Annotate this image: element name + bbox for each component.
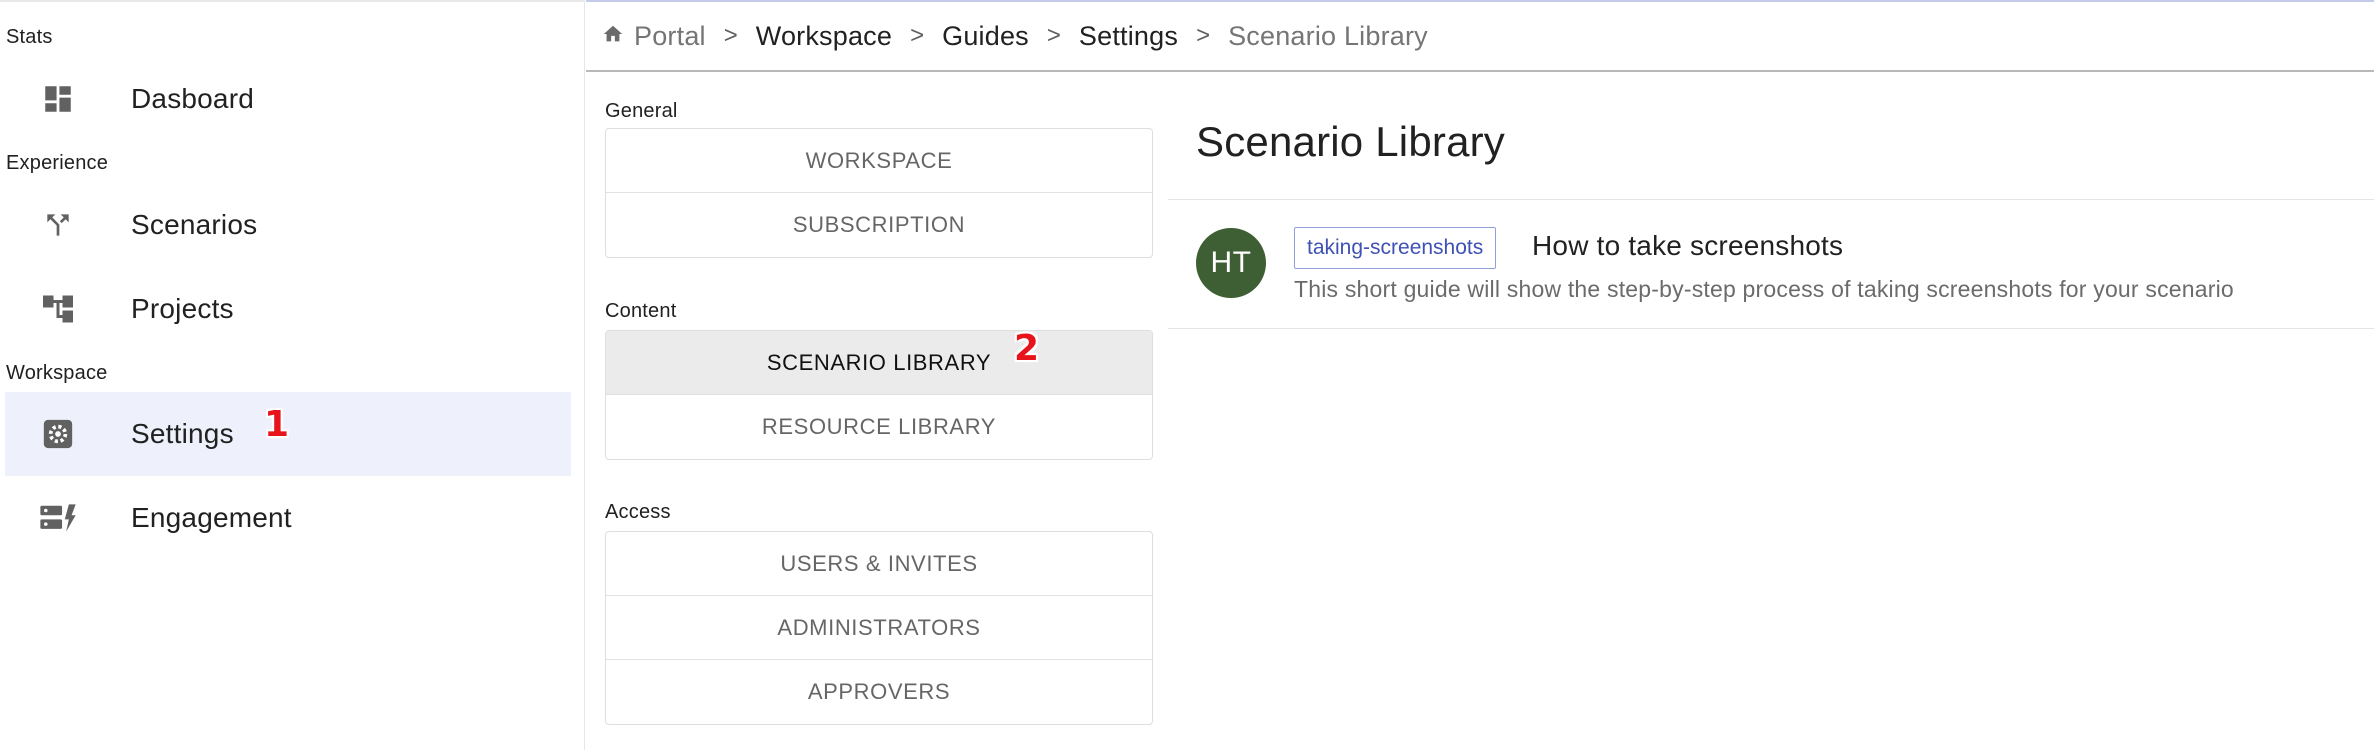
- sidebar-item-dashboard[interactable]: Dasboard: [5, 57, 571, 141]
- menu-scenario-library-button[interactable]: SCENARIO LIBRARY: [606, 331, 1152, 395]
- sidebar-top-divider: [0, 0, 585, 2]
- sidebar-item-label: Scenarios: [131, 209, 258, 240]
- guide-description: This short guide will show the step-by-s…: [1294, 276, 2234, 302]
- sidebar-item-engagement[interactable]: Engagement: [5, 476, 571, 560]
- sidebar-item-label: Projects: [131, 293, 234, 324]
- fork-icon: [36, 203, 80, 247]
- list-item[interactable]: HT taking-screenshots How to take screen…: [1168, 200, 2374, 328]
- menu-workspace-button[interactable]: WORKSPACE: [606, 129, 1152, 193]
- engagement-icon: [36, 496, 80, 540]
- breadcrumb-label: Portal: [634, 20, 706, 51]
- breadcrumb-settings[interactable]: Settings: [1079, 21, 1178, 52]
- breadcrumb-workspace[interactable]: Workspace: [756, 21, 892, 52]
- menu-administrators-button[interactable]: ADMINISTRATORS: [606, 596, 1152, 660]
- annotation-marker-1: 1: [264, 404, 290, 445]
- guide-tag[interactable]: taking-screenshots: [1294, 227, 1497, 269]
- sidebar-item-scenarios[interactable]: Scenarios: [5, 183, 571, 267]
- nav-section-experience: Experience: [6, 152, 109, 174]
- breadcrumb-separator: >: [910, 22, 925, 49]
- menu-subscription-button[interactable]: SUBSCRIPTION: [606, 193, 1152, 257]
- main-content: Scenario Library HT taking-screenshots H…: [1168, 72, 2374, 750]
- avatar: HT: [1196, 228, 1266, 298]
- settings-group-access: USERS & INVITES ADMINISTRATORS APPROVERS: [605, 531, 1153, 725]
- guide-title[interactable]: How to take screenshots: [1532, 230, 1843, 262]
- sidebar-item-projects[interactable]: Projects: [5, 267, 571, 351]
- breadcrumb-separator: >: [1046, 22, 1061, 49]
- breadcrumb-separator: >: [723, 22, 738, 49]
- sidebar-item-label: Dasboard: [131, 83, 255, 114]
- dashboard-icon: [36, 77, 80, 121]
- nav-section-stats: Stats: [6, 26, 53, 48]
- breadcrumb-separator: >: [1196, 22, 1211, 49]
- home-icon: [602, 21, 624, 52]
- nav-section-workspace: Workspace: [6, 362, 108, 384]
- breadcrumb-portal[interactable]: Portal: [602, 21, 706, 52]
- sidebar-item-label: Engagement: [131, 502, 292, 533]
- sidebar-item-label: Settings: [131, 418, 234, 449]
- settings-group-general-title: General: [605, 100, 678, 122]
- page-title: Scenario Library: [1196, 118, 1506, 165]
- menu-users-invites-button[interactable]: USERS & INVITES: [606, 532, 1152, 596]
- menu-resource-library-button[interactable]: RESOURCE LIBRARY: [606, 395, 1152, 459]
- list-divider-bottom: [1168, 328, 2374, 329]
- breadcrumb: Portal > Workspace > Guides > Settings >…: [586, 0, 2374, 72]
- settings-group-content: SCENARIO LIBRARY RESOURCE LIBRARY: [605, 330, 1153, 460]
- sidebar-nav: Stats Dasboard Experience Scenarios Proj…: [0, 0, 585, 750]
- settings-group-general: WORKSPACE SUBSCRIPTION: [605, 128, 1153, 258]
- menu-approvers-button[interactable]: APPROVERS: [606, 660, 1152, 724]
- settings-group-content-title: Content: [605, 300, 677, 322]
- breadcrumb-current: Scenario Library: [1228, 20, 1428, 51]
- hierarchy-icon: [36, 287, 80, 331]
- gear-icon: [36, 412, 80, 456]
- annotation-marker-2: 2: [1014, 328, 1040, 369]
- breadcrumb-guides[interactable]: Guides: [942, 21, 1029, 52]
- settings-group-access-title: Access: [605, 501, 671, 523]
